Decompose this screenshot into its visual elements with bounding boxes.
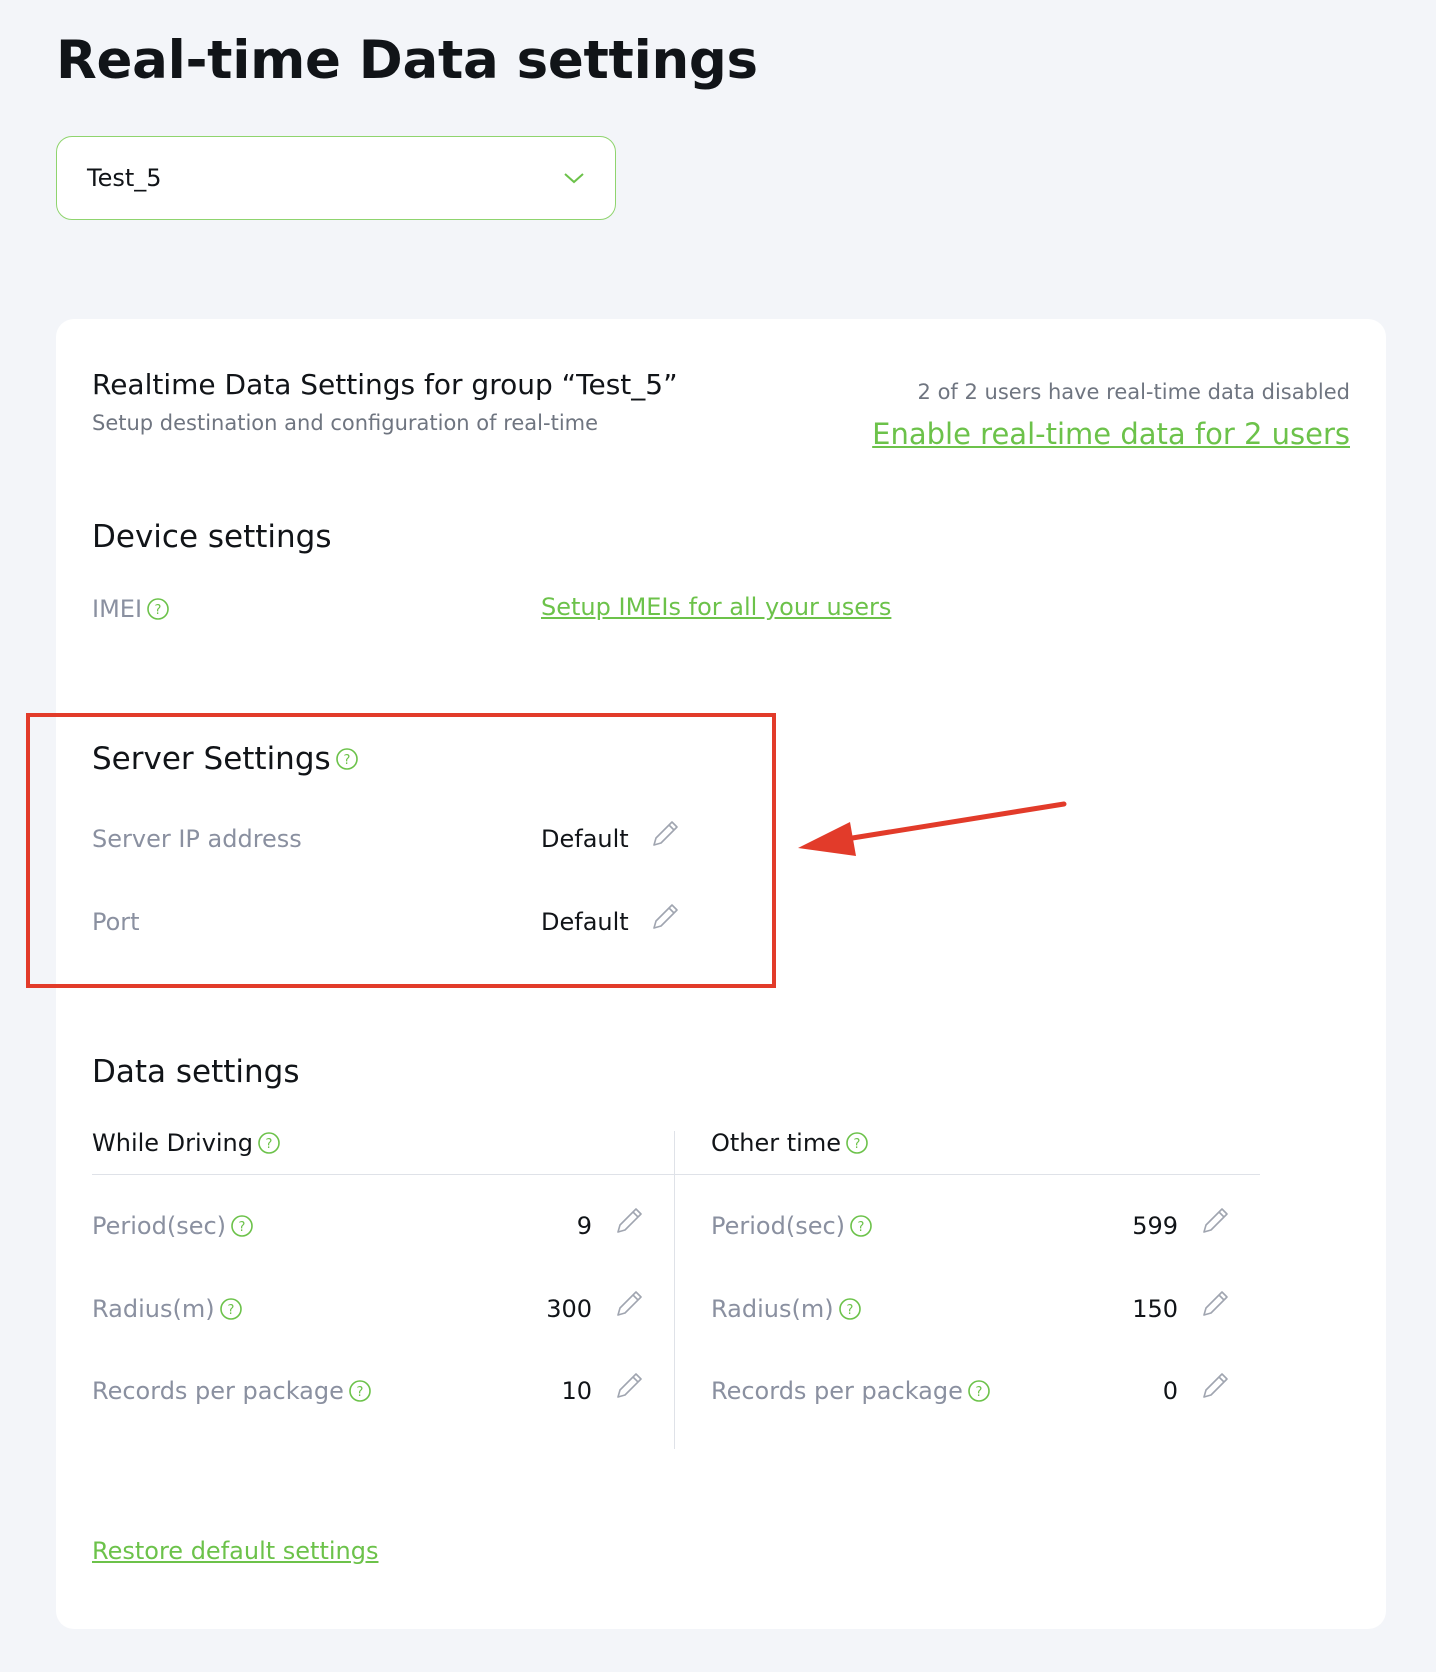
ot-records-label-text: Records per package xyxy=(711,1377,963,1405)
while-driving-heading-text: While Driving xyxy=(92,1129,254,1157)
other-time-heading-text: Other time xyxy=(711,1129,841,1157)
page-title: Real-time Data settings xyxy=(56,30,758,91)
group-select[interactable]: Test_5 xyxy=(56,136,616,220)
svg-text:?: ? xyxy=(239,1220,246,1235)
wd-records-value: 10 xyxy=(561,1377,592,1405)
help-circle-icon[interactable]: ? xyxy=(257,1131,281,1155)
group-select-value: Test_5 xyxy=(87,164,162,192)
chevron-down-icon xyxy=(564,173,584,184)
ot-records-label: Records per package ? xyxy=(711,1377,991,1405)
wd-period-label-text: Period(sec) xyxy=(92,1212,227,1240)
device-settings-title-text: Device settings xyxy=(92,519,332,555)
disabled-status: 2 of 2 users have real-time data disable… xyxy=(917,380,1350,404)
other-time-heading: Other time ? xyxy=(711,1129,869,1157)
data-settings-title-text: Data settings xyxy=(92,1054,300,1090)
imei-label-text: IMEI xyxy=(92,595,143,623)
svg-text:?: ? xyxy=(854,1137,861,1152)
wd-radius-value: 300 xyxy=(546,1295,592,1323)
svg-text:?: ? xyxy=(227,1303,234,1318)
svg-text:?: ? xyxy=(846,1303,853,1318)
ot-radius-value: 150 xyxy=(1132,1295,1178,1323)
pencil-icon[interactable] xyxy=(612,1204,646,1238)
svg-text:?: ? xyxy=(266,1137,273,1152)
help-circle-icon[interactable]: ? xyxy=(146,597,170,621)
card-title: Realtime Data Settings for group “Test_5… xyxy=(92,368,678,401)
setup-imei-link[interactable]: Setup IMEIs for all your users xyxy=(541,593,891,621)
data-settings-divider xyxy=(92,1174,1260,1175)
card-subtitle: Setup destination and configuration of r… xyxy=(92,411,599,435)
device-settings-title: Device settings xyxy=(92,519,332,555)
pencil-icon[interactable] xyxy=(1198,1287,1232,1321)
wd-radius-label-text: Radius(m) xyxy=(92,1295,215,1323)
pencil-icon[interactable] xyxy=(612,1287,646,1321)
ot-period-value: 599 xyxy=(1132,1212,1178,1240)
enable-realtime-link[interactable]: Enable real-time data for 2 users xyxy=(872,417,1350,451)
help-circle-icon[interactable]: ? xyxy=(838,1297,862,1321)
annotation-highlight-box xyxy=(26,713,776,988)
ot-radius-label-text: Radius(m) xyxy=(711,1295,834,1323)
svg-text:?: ? xyxy=(155,603,162,618)
ot-period-label-text: Period(sec) xyxy=(711,1212,846,1240)
svg-text:?: ? xyxy=(858,1220,865,1235)
column-divider xyxy=(674,1131,675,1449)
ot-records-value: 0 xyxy=(1162,1377,1178,1405)
wd-records-label: Records per package ? xyxy=(92,1377,372,1405)
wd-period-label: Period(sec) ? xyxy=(92,1212,254,1240)
ot-radius-label: Radius(m) ? xyxy=(711,1295,862,1323)
help-circle-icon[interactable]: ? xyxy=(849,1214,873,1238)
svg-text:?: ? xyxy=(975,1385,982,1400)
pencil-icon[interactable] xyxy=(612,1369,646,1403)
help-circle-icon[interactable]: ? xyxy=(845,1131,869,1155)
restore-defaults-link[interactable]: Restore default settings xyxy=(92,1537,378,1565)
data-settings-title: Data settings xyxy=(92,1054,300,1090)
svg-text:?: ? xyxy=(356,1385,363,1400)
help-circle-icon[interactable]: ? xyxy=(230,1214,254,1238)
ot-period-label: Period(sec) ? xyxy=(711,1212,873,1240)
wd-period-value: 9 xyxy=(576,1212,592,1240)
help-circle-icon[interactable]: ? xyxy=(348,1379,372,1403)
annotation-arrow-icon xyxy=(798,801,1067,856)
help-circle-icon[interactable]: ? xyxy=(967,1379,991,1403)
wd-radius-label: Radius(m) ? xyxy=(92,1295,243,1323)
wd-records-label-text: Records per package xyxy=(92,1377,344,1405)
while-driving-heading: While Driving ? xyxy=(92,1129,281,1157)
pencil-icon[interactable] xyxy=(1198,1369,1232,1403)
help-circle-icon[interactable]: ? xyxy=(219,1297,243,1321)
imei-label: IMEI ? xyxy=(92,595,170,623)
pencil-icon[interactable] xyxy=(1198,1204,1232,1238)
